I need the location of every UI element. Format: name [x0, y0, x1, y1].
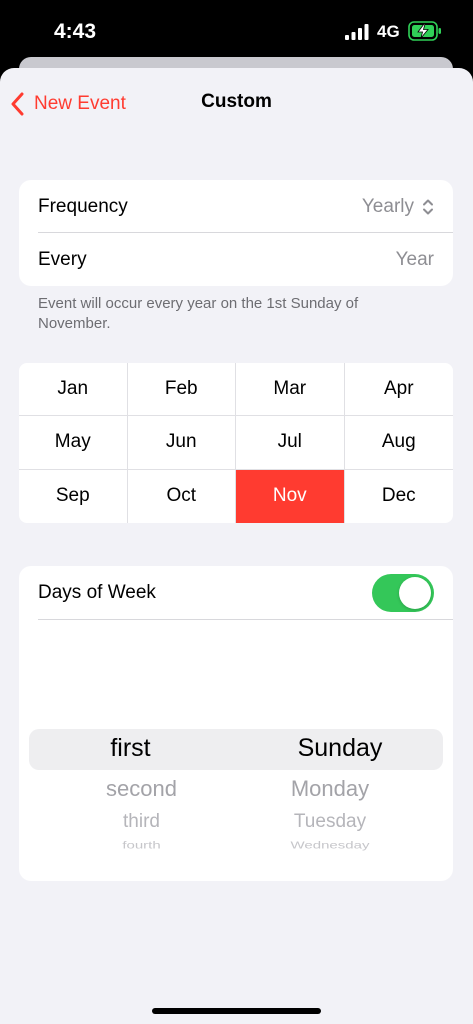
picker-ordinal-item[interactable]: second	[70, 776, 213, 802]
month-cell-jun[interactable]: Jun	[127, 416, 236, 470]
row-divider	[38, 619, 453, 620]
page-title: Custom	[201, 91, 272, 112]
picker-day-item[interactable]: Tuesday	[249, 811, 411, 833]
month-cell-mar[interactable]: Mar	[236, 363, 345, 417]
frequency-value-text: Yearly	[361, 195, 414, 217]
network-type-label: 4G	[377, 22, 400, 41]
frequency-label: Frequency	[38, 195, 128, 217]
month-cell-aug[interactable]: Aug	[344, 416, 453, 470]
month-cell-apr[interactable]: Apr	[344, 363, 453, 417]
status-bar: 4:43 4G	[0, 0, 473, 62]
picker-ordinal-item[interactable]: third	[70, 811, 213, 833]
month-cell-nov[interactable]: Nov	[236, 469, 345, 523]
month-cell-feb[interactable]: Feb	[127, 363, 236, 417]
toggle-knob	[399, 577, 431, 609]
month-grid: Jan Feb Mar Apr May Jun Jul Aug Sep Oct Nov Dec	[19, 363, 453, 523]
every-label: Every	[38, 248, 87, 270]
month-cell-sep[interactable]: Sep	[19, 469, 128, 523]
month-cell-jul[interactable]: Jul	[236, 416, 345, 470]
every-row[interactable]: Every Year	[19, 233, 453, 286]
frequency-value[interactable]: Yearly	[362, 196, 434, 218]
days-of-week-toggle[interactable]	[372, 574, 434, 612]
picker-ordinal-item[interactable]: fourth	[70, 840, 213, 852]
month-cell-oct[interactable]: Oct	[128, 469, 236, 523]
frequency-row[interactable]: Frequency Yearly	[19, 180, 453, 233]
chevron-up-down-icon	[423, 199, 433, 214]
picker-day-item[interactable]: Sunday	[259, 734, 421, 763]
battery-charging-icon	[408, 21, 441, 41]
recurrence-summary: Event will occur every year on the 1st S…	[38, 295, 359, 332]
home-indicator	[152, 1008, 321, 1014]
days-of-week-row: Days of Week	[19, 566, 453, 619]
days-of-week-card: Days of Week first second third fourth S…	[19, 566, 453, 881]
month-cell-dec[interactable]: Dec	[345, 470, 454, 523]
month-cell-jan[interactable]: Jan	[19, 363, 128, 417]
picker-ordinal-item[interactable]: first	[59, 734, 202, 763]
days-of-week-label: Days of Week	[38, 581, 156, 603]
frequency-card: Frequency Yearly Every Year	[19, 180, 453, 286]
month-cell-may[interactable]: May	[19, 416, 128, 470]
cellular-signal-icon	[345, 24, 369, 40]
picker-day-item[interactable]: Wednesday	[249, 840, 411, 852]
status-time: 4:43	[54, 20, 97, 43]
every-value[interactable]: Year	[396, 249, 434, 271]
picker-day-item[interactable]: Monday	[249, 776, 411, 802]
